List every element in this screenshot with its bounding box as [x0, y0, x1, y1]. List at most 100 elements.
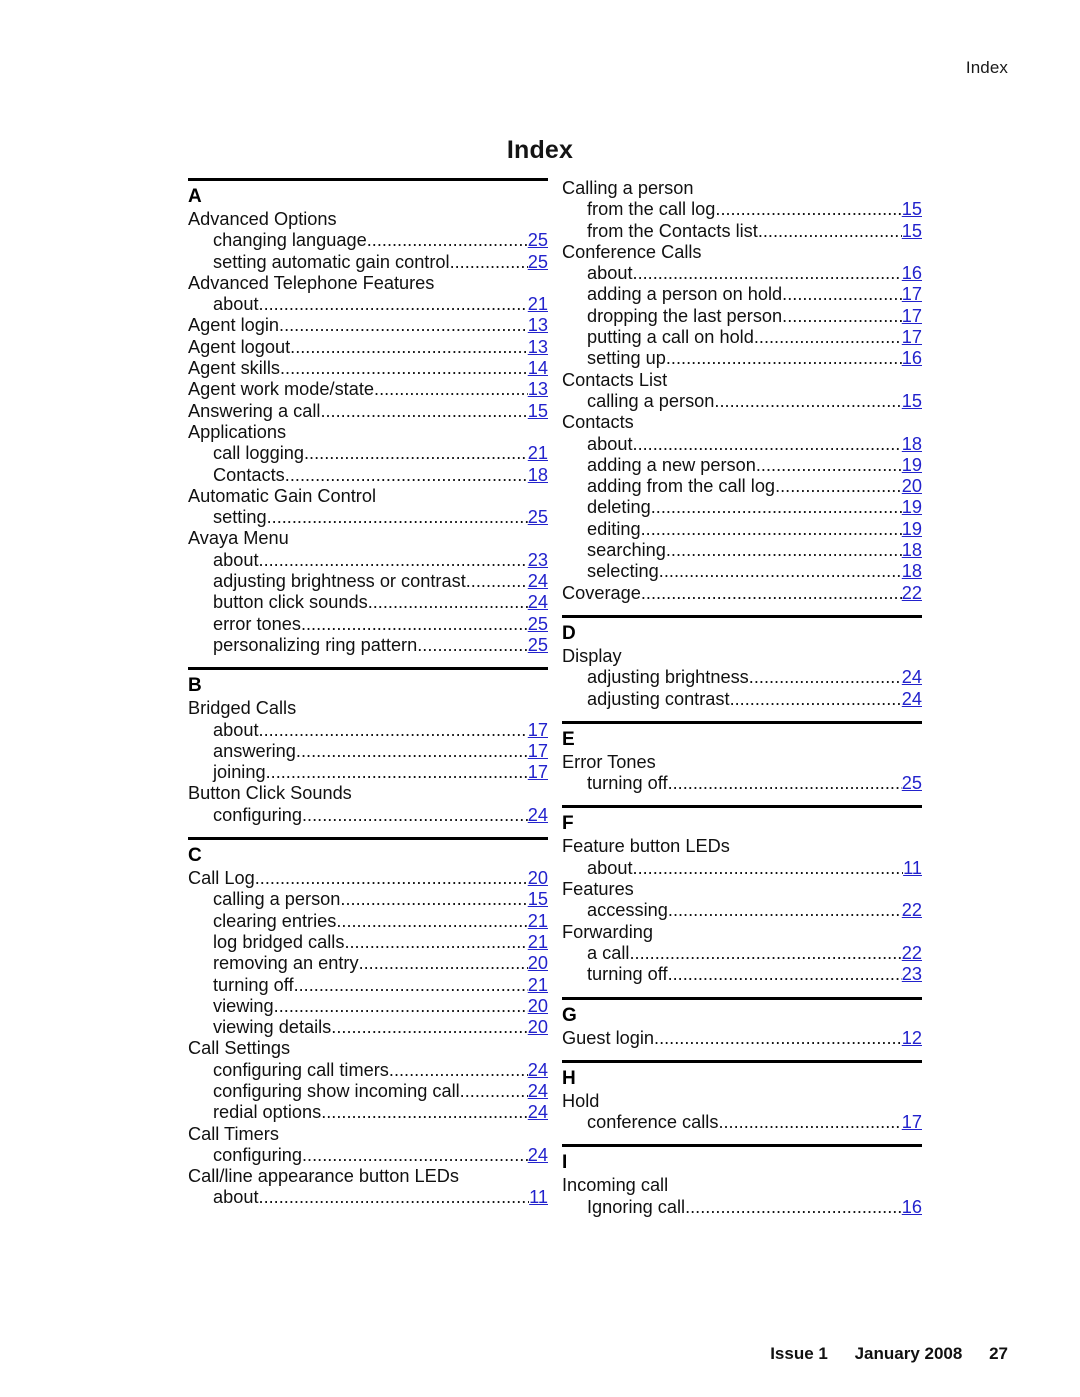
index-entry[interactable]: adjusting brightness 24	[562, 667, 922, 688]
index-page-link[interactable]: 20	[528, 996, 548, 1017]
index-page-link[interactable]: 17	[902, 284, 922, 305]
index-entry[interactable]: from the Contacts list 15	[562, 221, 922, 242]
index-page-link[interactable]: 16	[902, 1197, 922, 1218]
index-page-link[interactable]: 25	[902, 773, 922, 794]
index-page-link[interactable]: 17	[528, 762, 548, 783]
index-entry[interactable]: removing an entry 20	[188, 953, 548, 974]
index-entry[interactable]: configuring 24	[188, 805, 548, 826]
index-entry[interactable]: adjusting contrast 24	[562, 689, 922, 710]
index-page-link[interactable]: 15	[528, 889, 548, 910]
index-entry[interactable]: Call Log 20	[188, 868, 548, 889]
index-entry[interactable]: setting automatic gain control 25	[188, 252, 548, 273]
index-page-link[interactable]: 25	[528, 230, 548, 251]
index-entry[interactable]: about 17	[188, 720, 548, 741]
index-entry[interactable]: conference calls 17	[562, 1112, 922, 1133]
index-entry[interactable]: calling a person 15	[562, 391, 922, 412]
index-entry[interactable]: Agent skills 14	[188, 358, 548, 379]
index-entry[interactable]: about 21	[188, 294, 548, 315]
index-page-link[interactable]: 15	[528, 401, 548, 422]
index-page-link[interactable]: 21	[528, 443, 548, 464]
index-page-link[interactable]: 13	[528, 337, 548, 358]
index-entry[interactable]: Agent login 13	[188, 315, 548, 336]
index-entry[interactable]: adding from the call log 20	[562, 476, 922, 497]
index-entry[interactable]: redial options 24	[188, 1102, 548, 1123]
index-entry[interactable]: personalizing ring pattern 25	[188, 635, 548, 656]
index-entry[interactable]: turning off 21	[188, 975, 548, 996]
index-page-link[interactable]: 13	[528, 379, 548, 400]
index-entry[interactable]: viewing 20	[188, 996, 548, 1017]
index-entry[interactable]: Answering a call 15	[188, 401, 548, 422]
index-entry[interactable]: calling a person 15	[188, 889, 548, 910]
index-entry[interactable]: Ignoring call 16	[562, 1197, 922, 1218]
index-entry[interactable]: Contacts 18	[188, 465, 548, 486]
index-page-link[interactable]: 14	[528, 358, 548, 379]
index-page-link[interactable]: 21	[528, 911, 548, 932]
index-entry[interactable]: configuring 24	[188, 1145, 548, 1166]
index-page-link[interactable]: 23	[528, 550, 548, 571]
index-page-link[interactable]: 20	[902, 476, 922, 497]
index-page-link[interactable]: 24	[902, 667, 922, 688]
index-page-link[interactable]: 19	[902, 455, 922, 476]
index-page-link[interactable]: 11	[529, 1187, 548, 1208]
index-page-link[interactable]: 24	[528, 1081, 548, 1102]
index-page-link[interactable]: 20	[528, 868, 548, 889]
index-page-link[interactable]: 23	[902, 964, 922, 985]
index-page-link[interactable]: 17	[902, 306, 922, 327]
index-entry[interactable]: Agent logout 13	[188, 337, 548, 358]
index-entry[interactable]: turning off 25	[562, 773, 922, 794]
index-page-link[interactable]: 22	[902, 943, 922, 964]
index-page-link[interactable]: 20	[528, 1017, 548, 1038]
index-page-link[interactable]: 15	[902, 221, 922, 242]
index-entry[interactable]: from the call log 15	[562, 199, 922, 220]
index-page-link[interactable]: 18	[528, 465, 548, 486]
index-page-link[interactable]: 22	[902, 583, 922, 604]
index-page-link[interactable]: 16	[902, 348, 922, 369]
index-page-link[interactable]: 20	[528, 953, 548, 974]
index-entry[interactable]: Coverage 22	[562, 583, 922, 604]
index-entry[interactable]: adjusting brightness or contrast 24	[188, 571, 548, 592]
index-entry[interactable]: a call 22	[562, 943, 922, 964]
index-page-link[interactable]: 18	[902, 434, 922, 455]
index-page-link[interactable]: 12	[902, 1028, 922, 1049]
index-page-link[interactable]: 18	[902, 540, 922, 561]
index-page-link[interactable]: 18	[902, 561, 922, 582]
index-page-link[interactable]: 17	[902, 327, 922, 348]
index-entry[interactable]: turning off 23	[562, 964, 922, 985]
index-entry[interactable]: Agent work mode/state 13	[188, 379, 548, 400]
index-page-link[interactable]: 21	[528, 294, 548, 315]
index-entry[interactable]: Guest login 12	[562, 1028, 922, 1049]
index-page-link[interactable]: 24	[528, 1060, 548, 1081]
index-entry[interactable]: about 18	[562, 434, 922, 455]
index-page-link[interactable]: 25	[528, 252, 548, 273]
index-entry[interactable]: error tones 25	[188, 614, 548, 635]
index-entry[interactable]: about 11	[188, 1187, 548, 1208]
index-entry[interactable]: about 16	[562, 263, 922, 284]
index-page-link[interactable]: 24	[528, 1145, 548, 1166]
index-entry[interactable]: searching 18	[562, 540, 922, 561]
index-entry[interactable]: about 23	[188, 550, 548, 571]
index-entry[interactable]: log bridged calls 21	[188, 932, 548, 953]
index-entry[interactable]: joining 17	[188, 762, 548, 783]
index-page-link[interactable]: 24	[902, 689, 922, 710]
index-page-link[interactable]: 11	[903, 858, 922, 879]
index-entry[interactable]: setting 25	[188, 507, 548, 528]
index-entry[interactable]: configuring show incoming call 24	[188, 1081, 548, 1102]
index-page-link[interactable]: 25	[528, 507, 548, 528]
index-page-link[interactable]: 24	[528, 592, 548, 613]
index-entry[interactable]: selecting 18	[562, 561, 922, 582]
index-page-link[interactable]: 22	[902, 900, 922, 921]
index-entry[interactable]: configuring call timers 24	[188, 1060, 548, 1081]
index-entry[interactable]: dropping the last person 17	[562, 306, 922, 327]
index-page-link[interactable]: 17	[902, 1112, 922, 1133]
index-page-link[interactable]: 25	[528, 635, 548, 656]
index-page-link[interactable]: 19	[902, 519, 922, 540]
index-page-link[interactable]: 25	[528, 614, 548, 635]
index-entry[interactable]: accessing 22	[562, 900, 922, 921]
index-entry[interactable]: adding a person on hold 17	[562, 284, 922, 305]
index-page-link[interactable]: 21	[528, 932, 548, 953]
index-entry[interactable]: answering 17	[188, 741, 548, 762]
index-page-link[interactable]: 24	[528, 571, 548, 592]
index-entry[interactable]: putting a call on hold 17	[562, 327, 922, 348]
index-entry[interactable]: clearing entries 21	[188, 911, 548, 932]
index-page-link[interactable]: 15	[902, 199, 922, 220]
